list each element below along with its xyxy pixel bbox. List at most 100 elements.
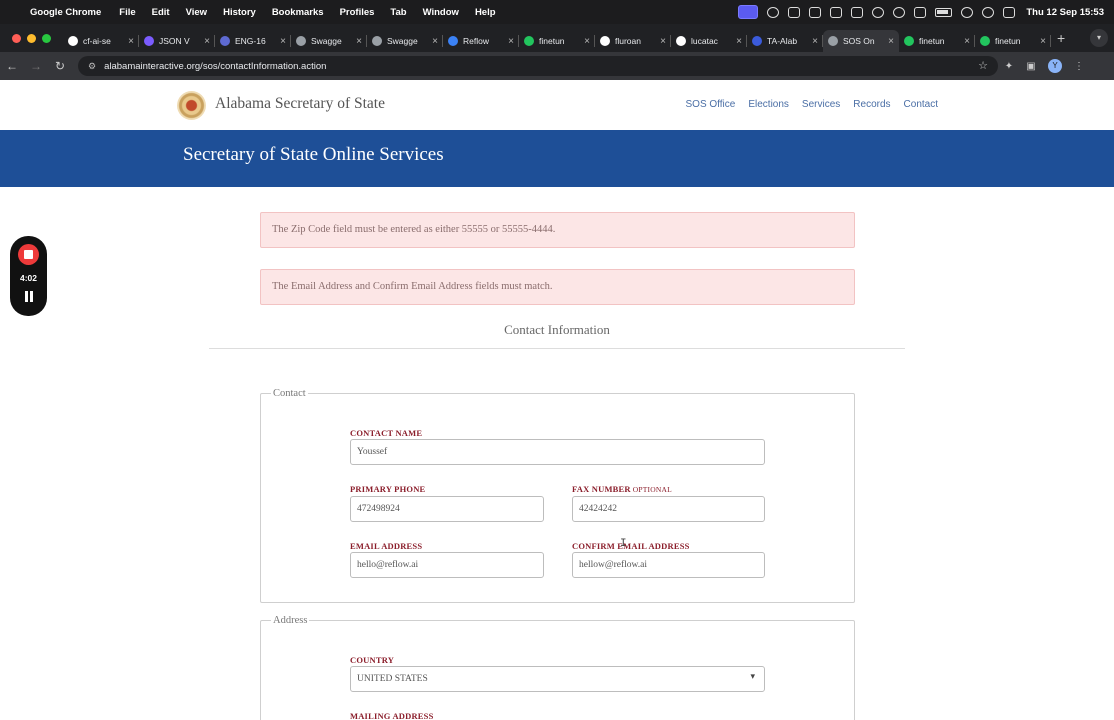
nav-contact[interactable]: Contact bbox=[904, 99, 938, 110]
alabama-seal-logo[interactable] bbox=[177, 91, 206, 120]
minimize-window-button[interactable] bbox=[27, 33, 36, 43]
app-status-icon[interactable] bbox=[788, 6, 801, 18]
spotlight-search-icon[interactable] bbox=[982, 6, 995, 18]
browser-tab[interactable]: lucatac × bbox=[671, 30, 747, 52]
tab-close-icon[interactable]: × bbox=[888, 36, 894, 47]
browser-tab[interactable]: Reflow × bbox=[443, 30, 519, 52]
play-icon[interactable] bbox=[893, 6, 906, 18]
screen-record-icon[interactable] bbox=[738, 5, 759, 19]
browser-tab[interactable]: finetun × bbox=[899, 30, 975, 52]
menubar-clock[interactable]: Thu 12 Sep 15:53 bbox=[1026, 7, 1104, 18]
tab-label: finetun bbox=[995, 36, 1021, 46]
tab-label: Swagge bbox=[387, 36, 418, 46]
tab-favicon-icon bbox=[296, 36, 306, 46]
browser-tab[interactable]: Swagge × bbox=[367, 30, 443, 52]
tab-close-icon[interactable]: × bbox=[1040, 36, 1046, 47]
bookmark-star-icon[interactable]: ☆ bbox=[978, 59, 988, 72]
recording-timer: 4:02 bbox=[19, 273, 37, 283]
tab-label: SOS On bbox=[843, 36, 875, 46]
browser-tab[interactable]: ENG-16 × bbox=[215, 30, 291, 52]
stop-recording-button[interactable] bbox=[18, 244, 39, 265]
browser-tab[interactable]: TA-Alab × bbox=[747, 30, 823, 52]
maximize-window-button[interactable] bbox=[42, 33, 51, 43]
browser-tab[interactable]: JSON V × bbox=[139, 30, 215, 52]
dropdown-caret-icon[interactable]: ▾ bbox=[750, 671, 755, 682]
tab-close-icon[interactable]: × bbox=[736, 36, 742, 47]
layers-icon[interactable] bbox=[851, 6, 864, 18]
browser-tab[interactable]: fluroan × bbox=[595, 30, 671, 52]
close-window-button[interactable] bbox=[12, 33, 21, 43]
tab-close-icon[interactable]: × bbox=[280, 36, 286, 47]
menu-tab[interactable]: Tab bbox=[390, 7, 406, 18]
tab-favicon-icon bbox=[752, 36, 762, 46]
wifi-icon[interactable] bbox=[961, 6, 974, 18]
screen-recorder-widget: 4:02 bbox=[10, 236, 47, 316]
extension-icon[interactable]: ✦ bbox=[998, 61, 1020, 72]
tab-close-icon[interactable]: × bbox=[356, 36, 362, 47]
tab-close-icon[interactable]: × bbox=[812, 36, 818, 47]
menu-profiles[interactable]: Profiles bbox=[340, 7, 375, 18]
tab-label: ENG-16 bbox=[235, 36, 266, 46]
new-tab-button[interactable]: + bbox=[1057, 30, 1065, 46]
status-area: Thu 12 Sep 15:53 bbox=[738, 0, 1104, 24]
menu-window[interactable]: Window bbox=[423, 7, 459, 18]
web-page: Alabama Secretary of State SOS Office El… bbox=[0, 80, 1114, 720]
nav-services[interactable]: Services bbox=[802, 99, 840, 110]
nav-elections[interactable]: Elections bbox=[748, 99, 789, 110]
url-text[interactable]: alabamainteractive.org/sos/contactInform… bbox=[104, 61, 326, 72]
k-app-icon[interactable] bbox=[830, 6, 843, 18]
nav-sos-office[interactable]: SOS Office bbox=[686, 99, 736, 110]
services-banner: Secretary of State Online Services bbox=[0, 130, 1114, 187]
contact-name-input[interactable]: Youssef bbox=[350, 439, 765, 465]
headphones-icon[interactable] bbox=[767, 6, 780, 18]
tab-search-chevron-icon[interactable]: ▾ bbox=[1090, 29, 1108, 47]
tab-label: lucatac bbox=[691, 36, 718, 46]
contact-legend: Contact bbox=[273, 388, 306, 399]
reload-icon[interactable]: ↻ bbox=[48, 59, 72, 73]
tab-close-icon[interactable]: × bbox=[508, 36, 514, 47]
menu-view[interactable]: View bbox=[186, 7, 207, 18]
address-bar[interactable]: ⚙ alabamainteractive.org/sos/contactInfo… bbox=[78, 56, 998, 76]
browser-tab[interactable]: finetun × bbox=[975, 30, 1051, 52]
menu-history[interactable]: History bbox=[223, 7, 256, 18]
browser-tab[interactable]: finetun × bbox=[519, 30, 595, 52]
extensions-puzzle-icon[interactable]: ▣ bbox=[1020, 61, 1042, 72]
back-arrow-icon[interactable]: ← bbox=[0, 59, 24, 73]
browser-tab[interactable]: Swagge × bbox=[291, 30, 367, 52]
tab-favicon-icon bbox=[448, 36, 458, 46]
menu-file[interactable]: File bbox=[119, 7, 135, 18]
tab-close-icon[interactable]: × bbox=[204, 36, 210, 47]
email-input[interactable]: hello@reflow.ai bbox=[350, 552, 544, 578]
site-title[interactable]: Alabama Secretary of State bbox=[215, 95, 385, 113]
text-cursor-icon: I bbox=[620, 538, 627, 550]
menu-bookmarks[interactable]: Bookmarks bbox=[272, 7, 324, 18]
fan-icon[interactable] bbox=[872, 6, 885, 18]
tab-close-icon[interactable]: × bbox=[660, 36, 666, 47]
menu-help[interactable]: Help bbox=[475, 7, 496, 18]
forward-arrow-icon[interactable]: → bbox=[24, 59, 48, 73]
pause-recording-icon[interactable] bbox=[23, 291, 34, 302]
input-source-icon[interactable] bbox=[914, 6, 927, 18]
battery-icon[interactable] bbox=[935, 7, 953, 17]
tab-close-icon[interactable]: × bbox=[432, 36, 438, 47]
fax-number-input[interactable]: 42424242 bbox=[572, 496, 765, 522]
profile-avatar[interactable]: Y bbox=[1048, 59, 1062, 73]
menu-edit[interactable]: Edit bbox=[152, 7, 170, 18]
chrome-menu-icon[interactable]: ⋮ bbox=[1068, 61, 1090, 72]
country-select[interactable]: UNITED STATES ▾ bbox=[350, 666, 765, 692]
tab-close-icon[interactable]: × bbox=[584, 36, 590, 47]
tab-close-icon[interactable]: × bbox=[964, 36, 970, 47]
control-center-icon[interactable] bbox=[1003, 6, 1016, 18]
menu-app-name[interactable]: Google Chrome bbox=[30, 7, 101, 18]
confirm-email-input[interactable]: hellow@reflow.ai bbox=[572, 552, 765, 578]
primary-phone-input[interactable]: 472498924 bbox=[350, 496, 544, 522]
tab-close-icon[interactable]: × bbox=[128, 36, 134, 47]
section-title: Contact Information bbox=[504, 322, 610, 337]
primary-phone-label: PRIMARY PHONE bbox=[350, 484, 426, 494]
tab-favicon-icon bbox=[144, 36, 154, 46]
site-info-icon[interactable]: ⚙ bbox=[88, 61, 96, 72]
nav-records[interactable]: Records bbox=[853, 99, 890, 110]
browser-tab[interactable]: cf-ai-se × bbox=[63, 30, 139, 52]
browser-tab[interactable]: SOS On × bbox=[823, 30, 899, 52]
skype-icon[interactable] bbox=[809, 6, 822, 18]
